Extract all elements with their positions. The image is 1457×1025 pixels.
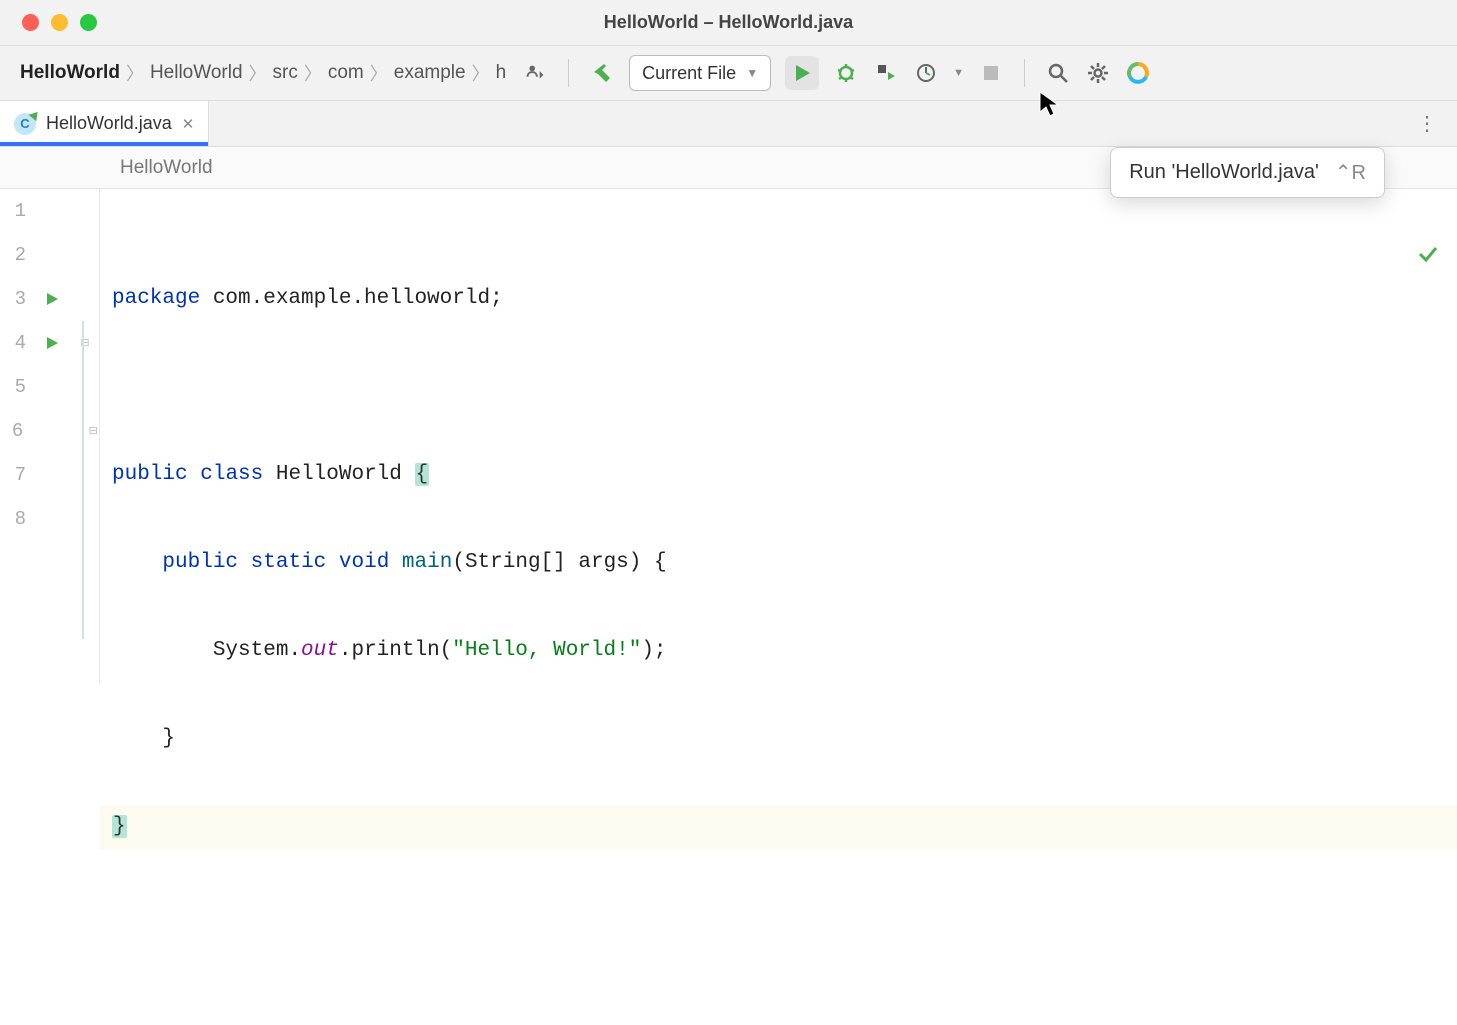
file-tab-label: HelloWorld.java (46, 113, 172, 134)
t: main (402, 551, 452, 574)
t: static (251, 551, 327, 574)
run-config-selector[interactable]: Current File ▼ (629, 55, 771, 91)
code-area[interactable]: package com.example.helloworld; public c… (100, 189, 1457, 683)
t: HelloWorld (276, 463, 402, 486)
t: public (112, 463, 188, 486)
t: void (339, 551, 389, 574)
divider (1024, 59, 1025, 87)
breadcrumb-seg[interactable]: com (328, 62, 364, 84)
profiler-icon[interactable] (913, 60, 939, 86)
titlebar: HelloWorld – HelloWorld.java (0, 0, 1457, 46)
chevron-down-icon[interactable]: ▼ (953, 67, 964, 79)
t: { (415, 463, 430, 486)
gutter[interactable]: 1 2 3 4 ⊟ 5 6 ⊟ 7 8 (0, 189, 100, 683)
traffic-lights (0, 14, 97, 31)
debug-icon[interactable] (833, 60, 859, 86)
tab-menu-icon[interactable]: ⋮ (1417, 111, 1439, 136)
java-class-icon: C (14, 113, 36, 135)
zoom-window-button[interactable] (80, 14, 97, 31)
build-icon[interactable] (589, 60, 615, 86)
t: ); (641, 639, 666, 662)
tooltip-text: Run 'HelloWorld.java' (1129, 161, 1319, 184)
chevron-right-icon: 〉 (370, 60, 388, 86)
close-tab-icon[interactable]: ✕ (182, 115, 195, 133)
run-tooltip: Run 'HelloWorld.java' ⌃R (1110, 147, 1385, 198)
t: (String[] args) { (452, 551, 666, 574)
chevron-right-icon: 〉 (304, 60, 322, 86)
line-number: 3 (10, 288, 26, 310)
line-number: 4 (10, 332, 26, 354)
scope-guide (82, 321, 84, 639)
toolbar-icons: Current File ▼ ▼ (522, 55, 1151, 91)
chevron-down-icon: ▼ (746, 66, 758, 80)
breadcrumb-seg[interactable]: HelloWorld (150, 62, 243, 84)
close-window-button[interactable] (22, 14, 39, 31)
line-number: 5 (10, 376, 26, 398)
window-title: HelloWorld – HelloWorld.java (604, 12, 853, 33)
t: public (162, 551, 238, 574)
chevron-right-icon: 〉 (249, 60, 267, 86)
minimize-window-button[interactable] (51, 14, 68, 31)
breadcrumb-seg[interactable]: example (394, 62, 466, 84)
analysis-ok-icon[interactable] (1341, 195, 1439, 327)
context-label: HelloWorld (120, 157, 213, 179)
jetbrains-logo-icon[interactable] (1125, 60, 1151, 86)
navigation-bar: HelloWorld 〉 HelloWorld 〉 src 〉 com 〉 ex… (0, 46, 1457, 101)
file-tab[interactable]: C HelloWorld.java ✕ (0, 101, 209, 146)
line-number: 6 (10, 420, 23, 442)
breadcrumb-seg[interactable]: src (273, 62, 298, 84)
run-gutter-icon[interactable] (44, 291, 60, 307)
fold-collapse-icon[interactable]: ⊟ (78, 336, 92, 350)
t: System. (213, 639, 301, 662)
tooltip-shortcut: ⌃R (1335, 160, 1366, 185)
t: } (162, 727, 175, 750)
coverage-icon[interactable] (873, 60, 899, 86)
t: "Hello, World!" (452, 639, 641, 662)
t: ; (490, 287, 503, 310)
t: com.example.helloworld (200, 287, 490, 310)
t: class (200, 463, 263, 486)
run-gutter-icon[interactable] (44, 335, 60, 351)
stop-icon[interactable] (978, 60, 1004, 86)
t: out (301, 639, 339, 662)
search-icon[interactable] (1045, 60, 1071, 86)
editor-tabs: C HelloWorld.java ✕ ⋮ (0, 101, 1457, 147)
t: .println( (339, 639, 452, 662)
line-number: 1 (10, 200, 26, 222)
chevron-right-icon: 〉 (472, 60, 490, 86)
gear-icon[interactable] (1085, 60, 1111, 86)
t: } (112, 815, 127, 838)
line-number: 8 (10, 508, 26, 530)
divider (568, 59, 569, 87)
run-button[interactable] (785, 56, 819, 90)
editor: 1 2 3 4 ⊟ 5 6 ⊟ 7 8 package com.example.h… (0, 189, 1457, 683)
line-number: 7 (10, 464, 26, 486)
t: package (112, 287, 200, 310)
fold-expand-icon[interactable]: ⊟ (87, 424, 99, 438)
line-number: 2 (10, 244, 26, 266)
breadcrumb[interactable]: HelloWorld 〉 HelloWorld 〉 src 〉 com 〉 ex… (20, 60, 506, 86)
breadcrumb-seg[interactable]: HelloWorld (20, 62, 120, 84)
run-config-label: Current File (642, 63, 736, 84)
breadcrumb-seg[interactable]: h (496, 62, 507, 84)
chevron-right-icon: 〉 (126, 60, 144, 86)
code-with-me-icon[interactable] (522, 60, 548, 86)
